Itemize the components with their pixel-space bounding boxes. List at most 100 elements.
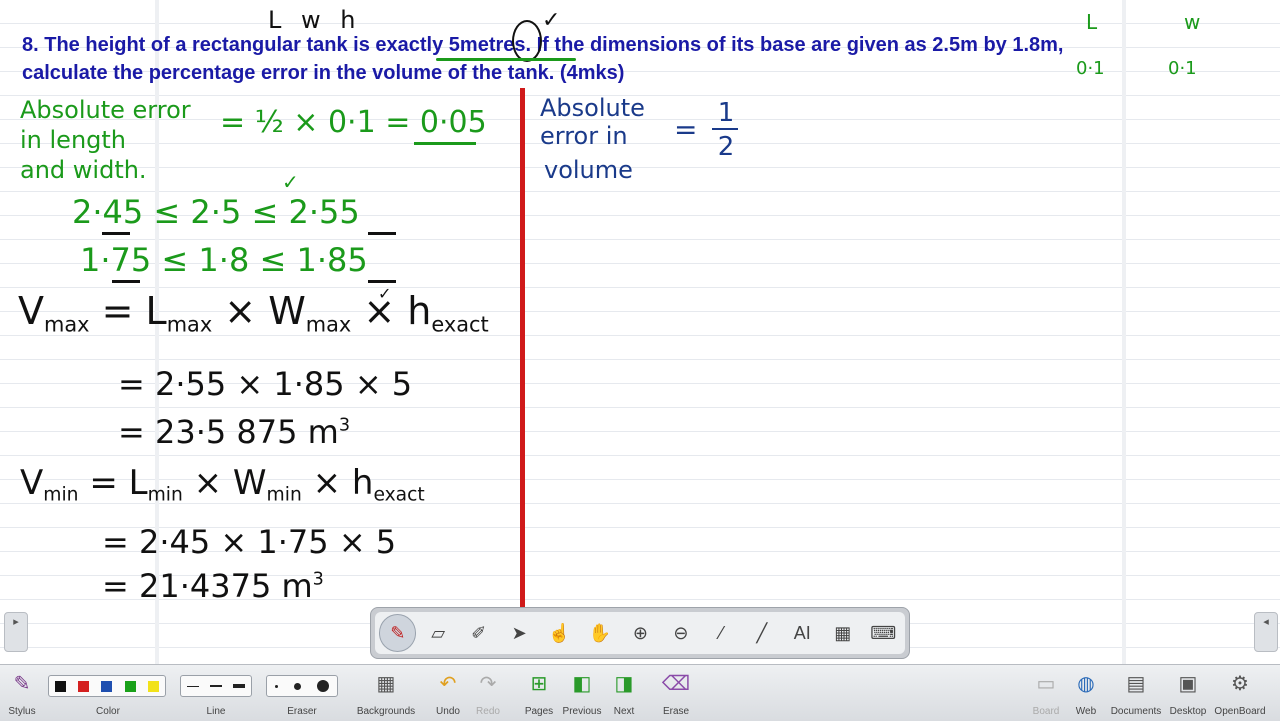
redo-icon: ↷ bbox=[479, 673, 497, 695]
annotation-lwh: L w h bbox=[268, 6, 362, 34]
documents-label: Documents bbox=[1110, 706, 1162, 717]
cube-exponent: 3 bbox=[338, 415, 351, 436]
vmax-formula: Vmax = Lmax × Wmax × hexact bbox=[18, 292, 489, 335]
desktop-mode-button[interactable]: ▣ Desktop bbox=[1166, 669, 1210, 719]
previous-page-button[interactable]: ◧ Previous bbox=[560, 669, 604, 719]
wmin-subscript: min bbox=[266, 484, 302, 506]
color-swatch[interactable] bbox=[147, 680, 159, 692]
lmax-subscript: max bbox=[166, 312, 213, 337]
redo-button[interactable]: ↷ Redo bbox=[470, 669, 506, 719]
previous-label: Previous bbox=[562, 706, 602, 717]
color-swatch[interactable] bbox=[55, 680, 67, 692]
openboard-label: OpenBoard bbox=[1214, 706, 1266, 717]
pen-icon[interactable]: ✎ bbox=[379, 614, 417, 652]
line-icon[interactable]: ╱ bbox=[743, 614, 780, 652]
color-label: Color bbox=[96, 706, 120, 717]
color-swatch[interactable] bbox=[78, 680, 90, 692]
highlighter-icon[interactable]: ✐ bbox=[460, 614, 497, 652]
erase-page-icon: ⌫ bbox=[661, 673, 691, 695]
fraction-bar bbox=[712, 128, 738, 130]
eraser-small-icon[interactable] bbox=[275, 684, 278, 688]
documents-mode-button[interactable]: ▤ Documents bbox=[1108, 669, 1164, 719]
left-panel-toggle[interactable]: ▸ bbox=[4, 612, 28, 652]
stylus-label: Stylus bbox=[8, 706, 36, 717]
line-label: Line bbox=[206, 706, 226, 717]
line-thick-icon[interactable] bbox=[233, 684, 246, 688]
vmin-times-W: × W bbox=[182, 463, 267, 503]
next-label: Next bbox=[613, 706, 635, 717]
annotation-w-error: 0·1 bbox=[1168, 58, 1197, 79]
tick-mark: ✓ bbox=[378, 284, 392, 303]
vmin-subscript: min bbox=[43, 484, 79, 506]
pages-button[interactable]: ⊞ Pages bbox=[520, 669, 558, 719]
abs-error-label-3: and width. bbox=[20, 156, 147, 184]
monitor-icon: ▣ bbox=[1178, 673, 1198, 695]
volume-error-label-1: Absolute bbox=[540, 94, 645, 122]
pointer-icon[interactable]: ➤ bbox=[500, 614, 537, 652]
color-selector[interactable]: Color bbox=[48, 669, 168, 719]
abs-error-label-1: Absolute error bbox=[20, 96, 191, 124]
eraser-medium-icon[interactable] bbox=[294, 682, 301, 690]
color-swatch[interactable] bbox=[124, 680, 136, 692]
undo-label: Undo bbox=[436, 706, 460, 717]
abs-error-half: ½ bbox=[254, 105, 284, 140]
hexact-subscript: exact bbox=[373, 484, 425, 506]
web-mode-button[interactable]: ◍ Web bbox=[1068, 669, 1104, 719]
zoom-in-icon[interactable]: ⊕ bbox=[622, 614, 659, 652]
keyboard-icon[interactable]: ⌨ bbox=[864, 614, 901, 652]
vmax-times-W: × W bbox=[212, 289, 306, 333]
vmax-eq-L: = L bbox=[89, 289, 167, 333]
laser-pointer-icon[interactable]: ⁄ bbox=[703, 614, 740, 652]
vmin-step-2: = 21·4375 m3 bbox=[102, 570, 324, 602]
underline-005 bbox=[414, 142, 476, 145]
vmin-step-1: = 2·45 × 1·75 × 5 bbox=[102, 523, 397, 561]
margin-guide bbox=[1122, 0, 1126, 664]
eraser-large-icon[interactable] bbox=[317, 680, 329, 692]
vmin-formula: Vmin = Lmin × Wmin × hexact bbox=[20, 466, 425, 505]
line-thin-icon[interactable] bbox=[186, 685, 199, 687]
line-width-selector[interactable]: Line bbox=[180, 669, 252, 719]
floating-toolbar: ✎ ▱ ✐ ➤ ☝ ✋ ⊕ ⊖ ⁄ ╱ AI ▦ ⌨ bbox=[370, 607, 910, 659]
vmax-step-2: = 23·5 875 m3 bbox=[118, 416, 350, 448]
volume-error-eq: = bbox=[674, 113, 698, 146]
erase-label: Erase bbox=[662, 706, 690, 717]
question-line-2: calculate the percentage error in the vo… bbox=[22, 62, 625, 84]
vmax-result: = 23·5 875 m bbox=[118, 413, 339, 451]
board-mode-button[interactable]: ▭ Board bbox=[1026, 669, 1066, 719]
next-page-icon: ◨ bbox=[614, 673, 634, 695]
bottom-toolbar: ✎ Stylus Color Line Eraser ▦ Backgrounds… bbox=[0, 664, 1280, 721]
color-swatch[interactable] bbox=[101, 680, 113, 692]
erase-page-button[interactable]: ⌫ Erase bbox=[656, 669, 696, 719]
board-icon: ▭ bbox=[1036, 673, 1056, 695]
length-bounds: 2·45 ≤ 2·5 ≤ 2·55 bbox=[72, 193, 360, 231]
settings-icon: ⚙ bbox=[1231, 673, 1249, 695]
vmin-symbol: V bbox=[20, 463, 44, 503]
line-medium-icon[interactable] bbox=[209, 685, 222, 687]
backgrounds-button[interactable]: ▦ Backgrounds bbox=[356, 669, 416, 719]
redo-label: Redo bbox=[476, 706, 500, 717]
stylus-button[interactable]: ✎ Stylus bbox=[2, 669, 42, 719]
question-line-1: 8. The height of a rectangular tank is e… bbox=[22, 34, 1064, 56]
volume-error-label-3: volume bbox=[544, 156, 633, 184]
whiteboard-canvas[interactable]: 8. The height of a rectangular tank is e… bbox=[0, 0, 1280, 664]
circle-mark bbox=[512, 20, 542, 62]
laser-hand-icon[interactable]: ☝ bbox=[541, 614, 578, 652]
undo-button[interactable]: ↶ Undo bbox=[430, 669, 466, 719]
eraser-size-options bbox=[266, 675, 338, 697]
eraser-icon[interactable]: ▱ bbox=[419, 614, 456, 652]
openboard-menu-button[interactable]: ⚙ OpenBoard bbox=[1212, 669, 1268, 719]
lmin-subscript: min bbox=[147, 484, 183, 506]
vmin-eq-L: = L bbox=[78, 463, 148, 503]
right-panel-toggle[interactable]: ◂ bbox=[1254, 612, 1278, 652]
web-label: Web bbox=[1075, 706, 1097, 717]
folder-icon: ▤ bbox=[1126, 673, 1146, 695]
annotation-L: L bbox=[1086, 10, 1098, 34]
capture-icon[interactable]: ▦ bbox=[824, 614, 861, 652]
abs-error-eq: = bbox=[220, 105, 255, 140]
hand-icon[interactable]: ✋ bbox=[581, 614, 618, 652]
zoom-out-icon[interactable]: ⊖ bbox=[662, 614, 699, 652]
text-icon[interactable]: AI bbox=[784, 614, 821, 652]
next-page-button[interactable]: ◨ Next bbox=[606, 669, 642, 719]
tick-mark: ✓ bbox=[542, 8, 561, 33]
eraser-size-selector[interactable]: Eraser bbox=[266, 669, 338, 719]
